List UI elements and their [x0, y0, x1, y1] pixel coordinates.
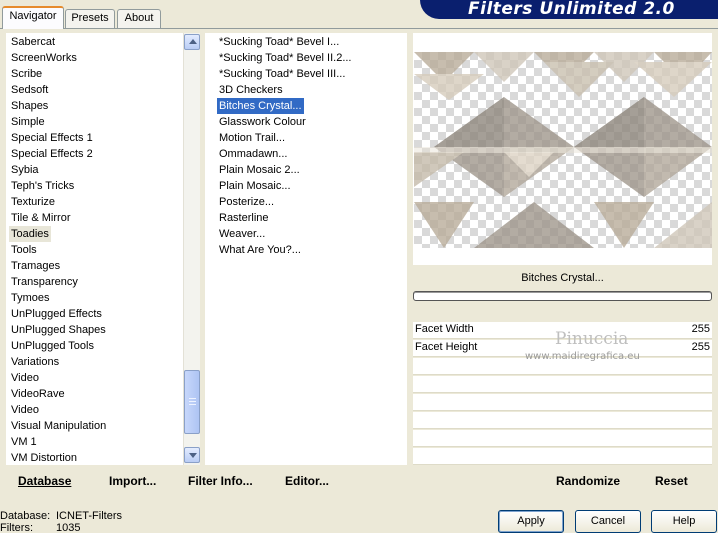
filter-item[interactable]: Bitches Crystal...	[217, 98, 304, 114]
tab-presets[interactable]: Presets	[65, 9, 115, 28]
category-item[interactable]: Shapes	[9, 98, 50, 114]
param-label: Facet Width	[415, 323, 474, 335]
category-list[interactable]: Sabercat ScreenWorks Scribe Sedsoft Shapes Si…	[6, 33, 183, 465]
filter-item[interactable]: Glasswork Colour	[217, 114, 308, 130]
param-value[interactable]: 255	[692, 323, 710, 335]
status-database-value: ICNET-Filters	[56, 510, 122, 522]
param-value[interactable]: 255	[692, 341, 710, 353]
category-item[interactable]: Video	[9, 370, 41, 386]
filter-item[interactable]: Posterize...	[217, 194, 276, 210]
category-item[interactable]: Transparency	[9, 274, 80, 290]
status-filters-label: Filters:	[0, 522, 33, 533]
category-item[interactable]: Tymoes	[9, 290, 52, 306]
category-item[interactable]: Sabercat	[9, 34, 57, 50]
filter-item[interactable]: *Sucking Toad* Bevel III...	[217, 66, 347, 82]
category-item[interactable]: UnPlugged Tools	[9, 338, 96, 354]
category-item[interactable]: Simple	[9, 114, 47, 130]
category-item[interactable]: Visual Manipulation	[9, 418, 108, 434]
filter-item[interactable]: 3D Checkers	[217, 82, 285, 98]
filter-info-button-label: Filter Info...	[188, 474, 253, 488]
chevron-up-icon	[189, 39, 197, 44]
category-item[interactable]: Sybia	[9, 162, 41, 178]
grip-line	[189, 401, 196, 402]
category-item[interactable]: Teph's Tricks	[9, 178, 76, 194]
filter-name-label: Bitches Crystal...	[521, 272, 604, 284]
reset-button-label: Reset	[655, 474, 688, 488]
filter-item[interactable]: What Are You?...	[217, 242, 303, 258]
grip-line	[189, 398, 196, 399]
filter-item[interactable]: Plain Mosaic 2...	[217, 162, 302, 178]
category-item[interactable]: Variations	[9, 354, 61, 370]
cancel-button[interactable]: Cancel	[575, 510, 641, 533]
import-button-label: Import...	[109, 474, 157, 488]
database-button-label: Database	[18, 474, 72, 488]
scroll-down-button[interactable]	[184, 447, 200, 463]
watermark-url: www.maidiregrafica.eu	[525, 351, 640, 362]
category-item[interactable]: Special Effects 1	[9, 130, 95, 146]
filter-item[interactable]: *Sucking Toad* Bevel II.2...	[217, 50, 354, 66]
watermark-name: Pinuccia	[555, 329, 629, 349]
category-item[interactable]: Tile & Mirror	[9, 210, 72, 226]
filter-item[interactable]: *Sucking Toad* Bevel I...	[217, 34, 341, 50]
tab-strip-divider	[0, 28, 718, 29]
status-filters-value: 1035	[56, 522, 81, 533]
category-item[interactable]: Texturize	[9, 194, 57, 210]
category-item[interactable]: UnPlugged Shapes	[9, 322, 108, 338]
filter-item[interactable]: Rasterline	[217, 210, 271, 226]
editor-button[interactable]: Editor...	[285, 474, 329, 488]
filter-item[interactable]: Plain Mosaic...	[217, 178, 293, 194]
import-button[interactable]: Import...	[109, 474, 156, 488]
category-item[interactable]: Sedsoft	[9, 82, 50, 98]
tab-about[interactable]: About	[117, 9, 161, 28]
preview-image	[414, 52, 712, 248]
filter-item[interactable]: Weaver...	[217, 226, 267, 242]
filter-item[interactable]: Motion Trail...	[217, 130, 287, 146]
scrollbar-thumb[interactable]	[184, 370, 200, 434]
reset-button[interactable]: Reset	[655, 474, 688, 488]
param-row	[413, 376, 712, 393]
category-item[interactable]: Tramages	[9, 258, 62, 274]
filter-list[interactable]: *Sucking Toad* Bevel I... *Sucking Toad* …	[205, 33, 407, 465]
app-title: Filters Unlimited 2.0	[468, 0, 675, 19]
category-item[interactable]: VM Distortion	[9, 450, 79, 466]
database-button[interactable]: Database	[18, 474, 71, 488]
help-button[interactable]: Help	[651, 510, 717, 533]
randomize-button-label: Randomize	[556, 474, 621, 488]
category-item[interactable]: VideoRave	[9, 386, 67, 402]
category-item[interactable]: Tools	[9, 242, 39, 258]
category-item[interactable]: Special Effects 2	[9, 146, 95, 162]
param-row	[413, 448, 712, 465]
editor-button-label: Editor...	[285, 474, 330, 488]
progress-bar	[413, 291, 712, 301]
apply-button[interactable]: Apply	[498, 510, 564, 533]
randomize-button[interactable]: Randomize	[556, 474, 620, 488]
param-label: Facet Height	[415, 341, 478, 353]
category-item[interactable]: ScreenWorks	[9, 50, 79, 66]
param-row	[413, 430, 712, 447]
category-item[interactable]: Toadies	[9, 226, 51, 242]
filter-item[interactable]: Ommadawn...	[217, 146, 289, 162]
category-item[interactable]: Video	[9, 402, 41, 418]
filter-info-button[interactable]: Filter Info...	[188, 474, 253, 488]
crystal-pattern	[414, 52, 712, 248]
param-row	[413, 412, 712, 429]
param-row	[413, 394, 712, 411]
grip-line	[189, 404, 196, 405]
tab-navigator[interactable]: Navigator	[2, 6, 64, 29]
scroll-up-button[interactable]	[184, 34, 200, 50]
category-item[interactable]: VM 1	[9, 434, 39, 450]
category-item[interactable]: Scribe	[9, 66, 44, 82]
category-item[interactable]: UnPlugged Effects	[9, 306, 104, 322]
chevron-down-icon	[189, 453, 197, 458]
status-database-label: Database:	[0, 510, 51, 522]
